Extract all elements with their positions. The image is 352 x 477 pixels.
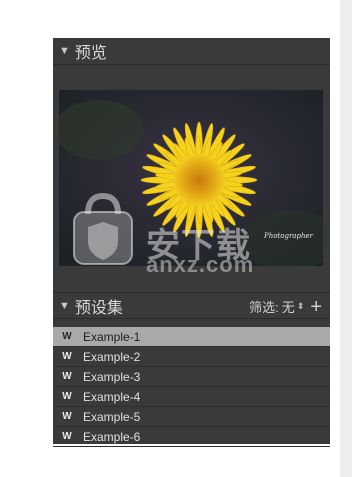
collapse-triangle-icon[interactable]: ▼ bbox=[59, 300, 70, 312]
preset-w-icon: W bbox=[62, 370, 72, 382]
preset-w-icon: W bbox=[62, 330, 72, 342]
presets-header[interactable]: ▼ 预设集 筛选: 无 ⬍ + bbox=[53, 292, 330, 319]
dandelion-image: Photographer bbox=[59, 90, 323, 266]
preset-item[interactable]: W Example-4 bbox=[53, 387, 330, 407]
preview-image: Photographer bbox=[59, 90, 323, 266]
presets-title: 预设集 bbox=[74, 299, 123, 317]
preset-w-icon: W bbox=[62, 410, 72, 422]
preview-title: 预览 bbox=[74, 45, 107, 62]
preset-item[interactable]: W Example-2 bbox=[53, 347, 330, 367]
preset-w-icon: W bbox=[62, 350, 72, 362]
preset-label: Example-3 bbox=[83, 369, 141, 384]
filter-value[interactable]: 无 bbox=[282, 297, 295, 316]
filter-dropdown[interactable]: 筛选: 无 ⬍ + bbox=[249, 293, 322, 320]
preset-item[interactable]: W Example-6 bbox=[53, 427, 330, 447]
photographer-signature: Photographer bbox=[263, 232, 314, 240]
window-edge bbox=[340, 0, 352, 477]
preview-header[interactable]: ▼ 预览 bbox=[53, 38, 330, 65]
preset-label: Example-2 bbox=[83, 349, 141, 364]
preset-item[interactable]: W Example-3 bbox=[53, 367, 330, 387]
preset-w-icon: W bbox=[62, 390, 72, 402]
preset-label: Example-4 bbox=[83, 389, 141, 404]
collapse-triangle-icon[interactable]: ▼ bbox=[59, 45, 70, 57]
preset-label: Example-1 bbox=[83, 329, 141, 344]
preset-label: Example-5 bbox=[83, 409, 141, 424]
preview-panel: ▼ 预览 Photographer ▼ 预设集 筛选: 无 ⬍ + W Exam… bbox=[53, 38, 330, 447]
preset-item[interactable]: W Example-5 bbox=[53, 407, 330, 427]
plus-icon[interactable]: + bbox=[310, 297, 322, 317]
updown-arrows-icon[interactable]: ⬍ bbox=[297, 301, 305, 312]
preset-list: W Example-1 W Example-2 W Example-3 W Example-4… bbox=[53, 327, 330, 447]
preset-label: Example-6 bbox=[83, 429, 141, 444]
preset-item[interactable]: W Example-1 bbox=[53, 327, 330, 347]
filter-label: 筛选: bbox=[249, 300, 279, 315]
preset-w-icon: W bbox=[62, 430, 72, 442]
